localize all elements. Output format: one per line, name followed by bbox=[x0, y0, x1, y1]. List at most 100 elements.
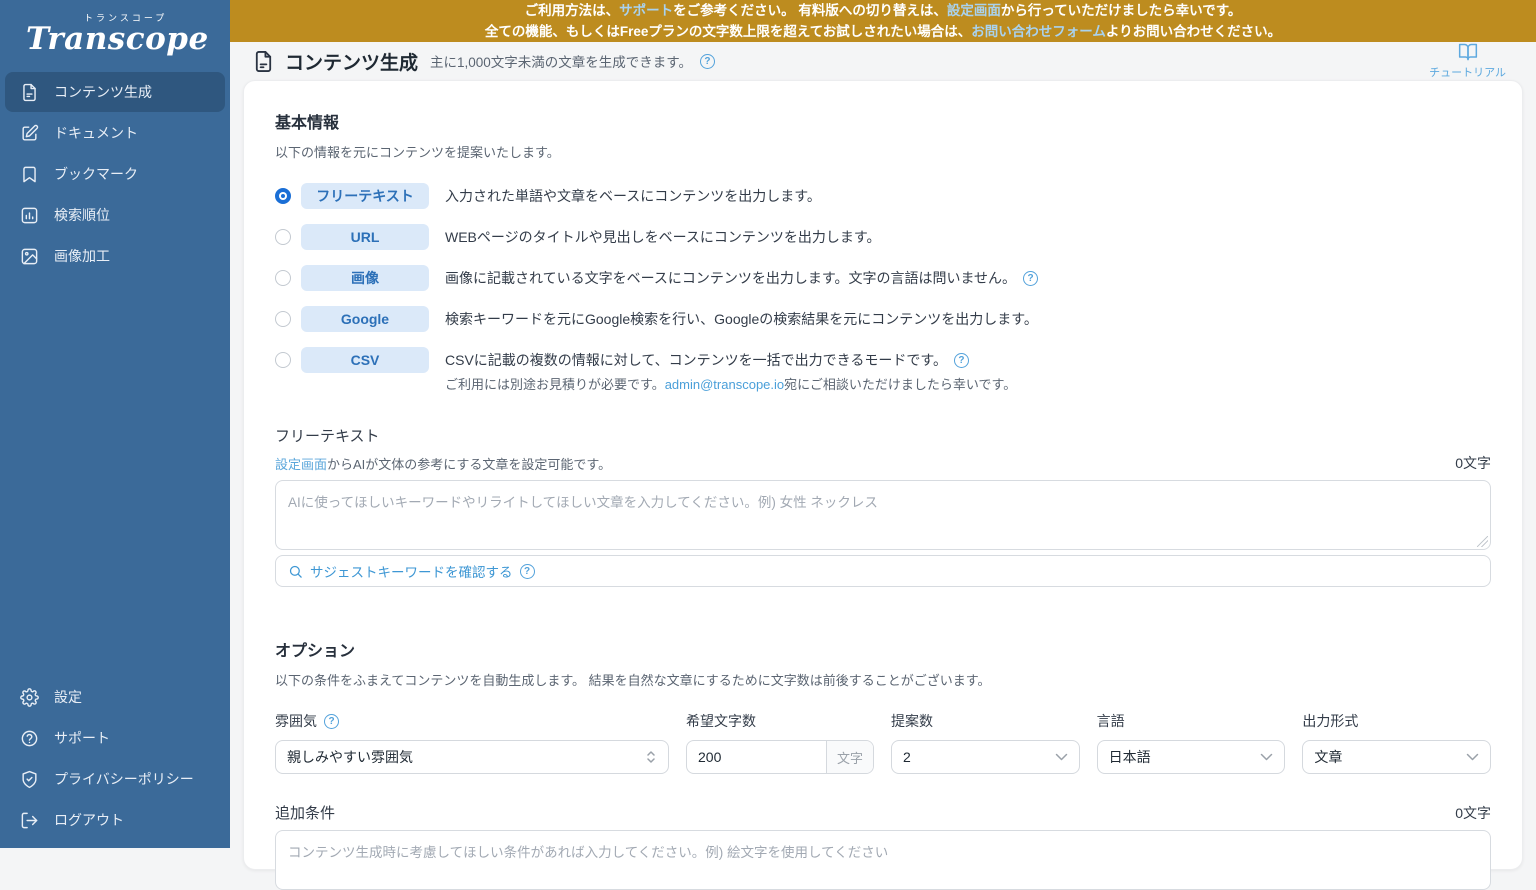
url-pill[interactable]: URL bbox=[301, 224, 429, 250]
document-icon bbox=[255, 50, 272, 72]
sidebar-item-label: 設定 bbox=[54, 689, 82, 705]
banner-text: ご利用方法は、 bbox=[524, 3, 620, 18]
mode-description-text: 画像に記載されている文字をベースにコンテンツを出力します。文字の言語は問いません… bbox=[445, 270, 1017, 286]
sidebar-item-support[interactable]: サポート bbox=[5, 718, 225, 758]
tone-select[interactable]: 親しみやすい雰囲気 bbox=[275, 740, 669, 774]
language-value: 日本語 bbox=[1108, 749, 1151, 765]
additional-conditions-input[interactable] bbox=[275, 830, 1491, 890]
logout-icon bbox=[21, 812, 38, 828]
proposal-count-label: 提案数 bbox=[891, 713, 933, 729]
main-area: ご利用方法は、サポートをご参考ください。 有料版への切り替えは、設定画面から行っ… bbox=[230, 0, 1536, 890]
announcement-banner: ご利用方法は、サポートをご参考ください。 有料版への切り替えは、設定画面から行っ… bbox=[230, 0, 1536, 42]
mode-row-url: URL WEBページのタイトルや見出しをベースにコンテンツを出力します。 bbox=[275, 224, 1491, 250]
page-title: コンテンツ生成 bbox=[285, 52, 419, 74]
mode-description: 検索キーワードを元にGoogle検索を行い、Googleの検索結果を元にコンテン… bbox=[445, 311, 1038, 327]
options-section: オプション 以下の条件をふまえてコンテンツを自動生成します。 結果を自然な文章に… bbox=[275, 637, 1492, 890]
page-subtitle: 主に1,000文字未満の文章を生成できます。 bbox=[430, 55, 692, 70]
sidebar-item-search-rank[interactable]: 検索順位 bbox=[5, 195, 225, 235]
chevron-down-icon bbox=[1466, 753, 1479, 760]
options-description: 以下の条件をふまえてコンテンツを自動生成します。 結果を自然な文章にするために文… bbox=[275, 673, 991, 688]
tone-field: 雰囲気 ? 親しみやすい雰囲気 bbox=[275, 711, 669, 774]
help-icon[interactable]: ? bbox=[324, 713, 339, 729]
output-format-select[interactable]: 文章 bbox=[1302, 740, 1492, 774]
admin-email-link[interactable]: admin@transcope.io bbox=[665, 377, 784, 392]
settings-screen-link[interactable]: 設定画面 bbox=[275, 457, 327, 472]
sidebar-nav: コンテンツ生成 ドキュメント ブックマーク 検索順位 画像加工 bbox=[0, 64, 230, 277]
image-icon bbox=[21, 248, 38, 264]
proposal-count-select[interactable]: 2 bbox=[891, 740, 1080, 774]
output-format-field: 出力形式 文章 bbox=[1302, 711, 1492, 774]
help-icon[interactable]: ? bbox=[519, 563, 535, 579]
banner-line-2: 全ての機能、もしくはFreeプランの文字数上限を超えてお試しされたい場合は、お問… bbox=[485, 21, 1281, 42]
mode-description: 画像に記載されている文字をベースにコンテンツを出力します。文字の言語は問いません… bbox=[445, 268, 1039, 288]
char-count-unit: 文字 bbox=[826, 741, 873, 773]
sidebar-item-documents[interactable]: ドキュメント bbox=[5, 113, 225, 153]
options-heading: オプション bbox=[275, 643, 356, 660]
content-card: 基本情報 以下の情報を元にコンテンツを提案いたします。 フリーテキスト 入力され… bbox=[243, 80, 1523, 890]
help-icon[interactable]: ? bbox=[953, 352, 969, 368]
contact-form-link[interactable]: お問い合わせフォーム bbox=[971, 24, 1106, 39]
banner-line-1: ご利用方法は、サポートをご参考ください。 有料版への切り替えは、設定画面から行っ… bbox=[525, 0, 1242, 21]
mode-description: CSVに記載の複数の情報に対して、コンテンツを一括で出力できるモードです。 ? bbox=[445, 350, 969, 370]
image-radio[interactable] bbox=[275, 270, 291, 286]
char-count-input[interactable] bbox=[687, 741, 826, 773]
sidebar-item-settings[interactable]: 設定 bbox=[5, 677, 225, 717]
settings-screen-link[interactable]: 設定画面 bbox=[947, 3, 1001, 18]
chevron-down-icon bbox=[1055, 753, 1067, 760]
bookmark-icon bbox=[23, 166, 36, 182]
output-format-value: 文章 bbox=[1314, 749, 1343, 765]
sidebar-item-label: ログアウト bbox=[54, 812, 124, 828]
sidebar-item-privacy-policy[interactable]: プライバシーポリシー bbox=[5, 759, 225, 799]
sidebar-item-image-processing[interactable]: 画像加工 bbox=[5, 236, 225, 276]
url-radio[interactable] bbox=[275, 229, 291, 245]
mode-description: 入力された単語や文章をベースにコンテンツを出力します。 bbox=[445, 188, 821, 204]
language-field: 言語 日本語 bbox=[1096, 711, 1286, 774]
google-pill[interactable]: Google bbox=[301, 306, 429, 332]
char-counter: 0文字 bbox=[1455, 455, 1491, 471]
tutorial-button[interactable]: チュートリアル bbox=[1429, 42, 1520, 80]
mode-row-google: Google 検索キーワードを元にGoogle検索を行い、Googleの検索結果… bbox=[275, 306, 1491, 332]
csv-radio[interactable] bbox=[275, 352, 291, 368]
csv-pill[interactable]: CSV bbox=[301, 347, 429, 373]
stepper-icon bbox=[647, 751, 655, 763]
suggest-keywords-button[interactable]: サジェストキーワードを確認する ? bbox=[275, 555, 1491, 587]
csv-note-text: ご利用には別途お見積りが必要です。 bbox=[445, 377, 665, 392]
csv-note-text: 宛にご相談いただけましたら幸いです。 bbox=[784, 377, 1017, 392]
google-radio[interactable] bbox=[275, 311, 291, 327]
sidebar-item-label: ドキュメント bbox=[54, 125, 138, 141]
sidebar-item-logout[interactable]: ログアウト bbox=[5, 800, 225, 840]
free-text-pill[interactable]: フリーテキスト bbox=[301, 183, 429, 209]
sidebar-item-bookmarks[interactable]: ブックマーク bbox=[5, 154, 225, 194]
output-format-label: 出力形式 bbox=[1302, 713, 1359, 729]
free-text-radio[interactable] bbox=[275, 188, 291, 204]
chevron-down-icon bbox=[1261, 753, 1273, 760]
tone-value: 親しみやすい雰囲気 bbox=[287, 749, 413, 765]
additional-conditions-head: 追加条件 0文字 bbox=[275, 802, 1491, 823]
help-icon[interactable]: ? bbox=[1023, 270, 1039, 286]
language-select[interactable]: 日本語 bbox=[1096, 740, 1286, 774]
search-icon bbox=[289, 565, 302, 578]
help-icon[interactable]: ? bbox=[699, 53, 715, 69]
free-text-input[interactable] bbox=[275, 480, 1491, 550]
free-text-hint-row: 設定画面からAIが文体の参考にする文章を設定可能です。 0文字 bbox=[275, 453, 1491, 473]
sidebar-footer: 設定 サポート プライバシーポリシー ログアウト bbox=[0, 677, 230, 848]
sidebar-item-content-generation[interactable]: コンテンツ生成 bbox=[5, 72, 225, 112]
shield-icon bbox=[22, 770, 37, 788]
free-text-label: フリーテキスト bbox=[275, 428, 380, 445]
mode-description-text: CSVに記載の複数の情報に対して、コンテンツを一括で出力できるモードです。 bbox=[445, 352, 947, 368]
language-label: 言語 bbox=[1096, 713, 1125, 729]
suggest-keywords-label: サジェストキーワードを確認する bbox=[310, 565, 513, 580]
support-link[interactable]: サポート bbox=[619, 3, 673, 18]
free-text-hint: 設定画面からAIが文体の参考にする文章を設定可能です。 bbox=[275, 454, 611, 473]
tutorial-label: チュートリアル bbox=[1429, 67, 1506, 79]
tone-label-text: 雰囲気 bbox=[275, 713, 317, 729]
mode-row-csv: CSV CSVに記載の複数の情報に対して、コンテンツを一括で出力できるモードです… bbox=[275, 347, 1491, 373]
sidebar: トランスコープ Transcope コンテンツ生成 ドキュメント ブックマーク … bbox=[0, 0, 230, 848]
logo[interactable]: トランスコープ Transcope bbox=[0, 0, 230, 64]
image-pill[interactable]: 画像 bbox=[301, 265, 429, 291]
options-fields: 雰囲気 ? 親しみやすい雰囲気 希望文字数 文字 bbox=[275, 711, 1492, 774]
char-count-label: 希望文字数 bbox=[686, 713, 756, 729]
additional-conditions-label: 追加条件 bbox=[275, 805, 336, 822]
mode-description: WEBページのタイトルや見出しをベースにコンテンツを出力します。 bbox=[445, 229, 881, 245]
sidebar-item-label: ブックマーク bbox=[54, 166, 138, 182]
